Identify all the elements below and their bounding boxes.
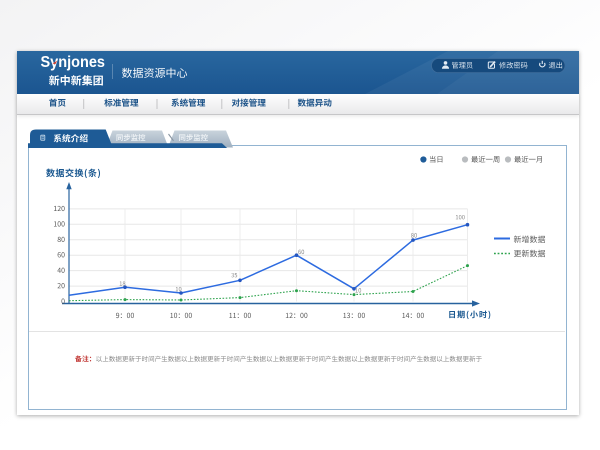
svg-text:Synjones: Synjones: [41, 54, 106, 71]
